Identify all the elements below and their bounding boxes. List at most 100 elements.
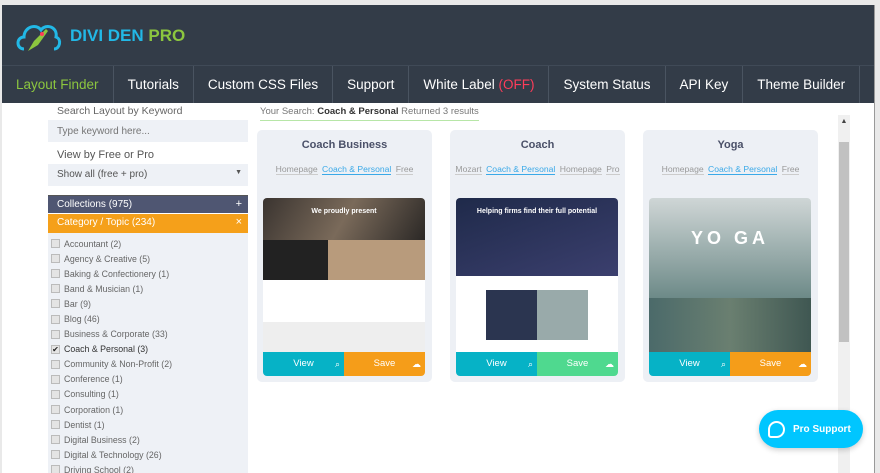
card-tags: Homepage Coach & Personal Free xyxy=(257,164,432,175)
app-window: DIVI DEN PRO Layout Finder Tutorials Custo… xyxy=(2,5,875,473)
category-label: Consulting (1) xyxy=(64,389,119,400)
checkbox[interactable] xyxy=(51,314,60,324)
checkbox[interactable]: ✔ xyxy=(51,344,60,354)
nav-system-status[interactable]: System Status xyxy=(549,66,666,103)
cloud-download-icon: ☁ xyxy=(605,359,614,369)
free-pro-select[interactable]: Show all (free + pro) ▼ xyxy=(48,164,248,186)
view-button[interactable]: View ⌕ xyxy=(649,352,730,376)
category-label: Business & Corporate (33) xyxy=(64,329,168,340)
header: DIVI DEN PRO xyxy=(2,5,874,65)
category-item[interactable]: Driving School (2) xyxy=(48,462,248,473)
collections-toggle[interactable]: Collections (975) + xyxy=(48,195,248,213)
keyword-input[interactable] xyxy=(48,120,248,142)
search-summary: Your Search: Coach & Personal Returned 3… xyxy=(260,105,479,121)
category-item[interactable]: Bar (9) xyxy=(48,296,248,311)
checkbox[interactable] xyxy=(51,359,60,369)
checkbox[interactable] xyxy=(51,269,60,279)
category-item[interactable]: Accountant (2) xyxy=(48,236,248,251)
thumbnail-caption: We proudly present xyxy=(311,208,377,215)
category-item[interactable]: ✔ Coach & Personal (3) xyxy=(48,342,248,357)
checkbox[interactable] xyxy=(51,254,60,264)
card-tags: Homepage Coach & Personal Free xyxy=(643,164,818,175)
checkbox[interactable] xyxy=(51,435,60,445)
filter-sidebar: Search Layout by Keyword View by Free or… xyxy=(48,103,248,473)
thumbnail-caption: Helping firms find their full potential xyxy=(476,208,598,215)
checkbox[interactable] xyxy=(51,465,60,473)
category-item[interactable]: Conference (1) xyxy=(48,372,248,387)
tag-link[interactable]: Free xyxy=(781,164,800,175)
scroll-thumb[interactable] xyxy=(839,142,849,342)
search-label: Search Layout by Keyword xyxy=(57,105,183,117)
category-label: Blog (46) xyxy=(64,314,100,325)
tag-link[interactable]: Homepage xyxy=(559,164,602,175)
checkbox[interactable] xyxy=(51,239,60,249)
category-label: Baking & Confectionery (1) xyxy=(64,268,170,279)
category-item[interactable]: Business & Corporate (33) xyxy=(48,327,248,342)
layout-thumbnail[interactable]: We proudly present xyxy=(263,198,425,352)
chat-bubble-icon xyxy=(768,420,785,438)
zoom-icon: ⌕ xyxy=(527,359,533,369)
category-item[interactable]: Blog (46) xyxy=(48,311,248,326)
brand-name: DIVI DEN PRO xyxy=(70,26,186,45)
category-label: Corporation (1) xyxy=(64,404,124,415)
category-item[interactable]: Corporation (1) xyxy=(48,402,248,417)
category-label: Coach & Personal (3) xyxy=(64,344,149,355)
category-label: Accountant (2) xyxy=(64,238,122,249)
nav-layout-finder[interactable]: Layout Finder xyxy=(2,66,114,103)
scroll-up-icon[interactable]: ▲ xyxy=(838,115,850,129)
checkbox[interactable] xyxy=(51,284,60,294)
card-title: Coach xyxy=(520,139,555,151)
nav-white-label[interactable]: White Label (OFF) xyxy=(409,66,550,103)
tag-link[interactable]: Free xyxy=(395,164,414,175)
category-list: Accountant (2) Agency & Creative (5) Bakin… xyxy=(48,233,248,473)
nav-theme-builder[interactable]: Theme Builder xyxy=(743,66,861,103)
checkbox[interactable] xyxy=(51,450,60,460)
checkbox[interactable] xyxy=(51,329,60,339)
nav-support[interactable]: Support xyxy=(333,66,410,103)
nav-api-key[interactable]: API Key xyxy=(666,66,744,103)
checkbox[interactable] xyxy=(51,299,60,309)
layout-thumbnail[interactable]: Helping firms find their full potential xyxy=(456,198,618,352)
category-label: Driving School (2) xyxy=(64,464,134,473)
cloud-rocket-icon xyxy=(16,25,62,51)
checkbox[interactable] xyxy=(51,389,60,399)
tag-link[interactable]: Homepage xyxy=(275,164,318,175)
pro-support-button[interactable]: Pro Support xyxy=(759,410,863,448)
tag-link[interactable]: Coach & Personal xyxy=(708,164,778,175)
category-item[interactable]: Digital Business (2) xyxy=(48,432,248,447)
nav-tutorials[interactable]: Tutorials xyxy=(114,66,194,103)
zoom-icon: ⌕ xyxy=(720,359,726,369)
category-toggle[interactable]: Category / Topic (234) × xyxy=(48,214,248,233)
category-item[interactable]: Community & Non-Profit (2) xyxy=(48,357,248,372)
category-item[interactable]: Baking & Confectionery (1) xyxy=(48,266,248,281)
category-item[interactable]: Band & Musician (1) xyxy=(48,281,248,296)
tag-link[interactable]: Pro xyxy=(606,164,620,175)
search-result-count: Returned 3 results xyxy=(401,106,479,117)
layout-card: Coach Mozart Coach & Personal Homepage Pr… xyxy=(450,130,625,382)
category-item[interactable]: Dentist (1) xyxy=(48,417,248,432)
tag-link[interactable]: Coach & Personal xyxy=(486,164,556,175)
card-tags: Mozart Coach & Personal Homepage Pro xyxy=(450,164,625,175)
checkbox[interactable] xyxy=(51,405,60,415)
layout-card: Coach Business Homepage Coach & Personal … xyxy=(257,130,432,382)
logo[interactable]: DIVI DEN PRO xyxy=(14,19,185,53)
tag-link[interactable]: Coach & Personal xyxy=(322,164,392,175)
save-button[interactable]: Save ☁ xyxy=(344,352,425,376)
content: Search Layout by Keyword View by Free or… xyxy=(2,103,874,473)
category-item[interactable]: Consulting (1) xyxy=(48,387,248,402)
view-button[interactable]: View ⌕ xyxy=(263,352,344,376)
view-button[interactable]: View ⌕ xyxy=(456,352,537,376)
category-item[interactable]: Agency & Creative (5) xyxy=(48,251,248,266)
checkbox[interactable] xyxy=(51,374,60,384)
card-title: Coach Business xyxy=(301,139,388,151)
layout-card: Yoga Homepage Coach & Personal Free YO GA… xyxy=(643,130,818,382)
save-button[interactable]: Save ☁ xyxy=(730,352,811,376)
tag-link[interactable]: Homepage xyxy=(661,164,704,175)
tag-link[interactable]: Mozart xyxy=(455,164,482,175)
save-button[interactable]: Save ☁ xyxy=(537,352,618,376)
search-prefix: Your Search: xyxy=(260,106,315,117)
nav-custom-css-files[interactable]: Custom CSS Files xyxy=(194,66,334,103)
category-item[interactable]: Digital & Technology (26) xyxy=(48,447,248,462)
checkbox[interactable] xyxy=(51,420,60,430)
layout-thumbnail[interactable]: YO GA xyxy=(649,198,811,352)
